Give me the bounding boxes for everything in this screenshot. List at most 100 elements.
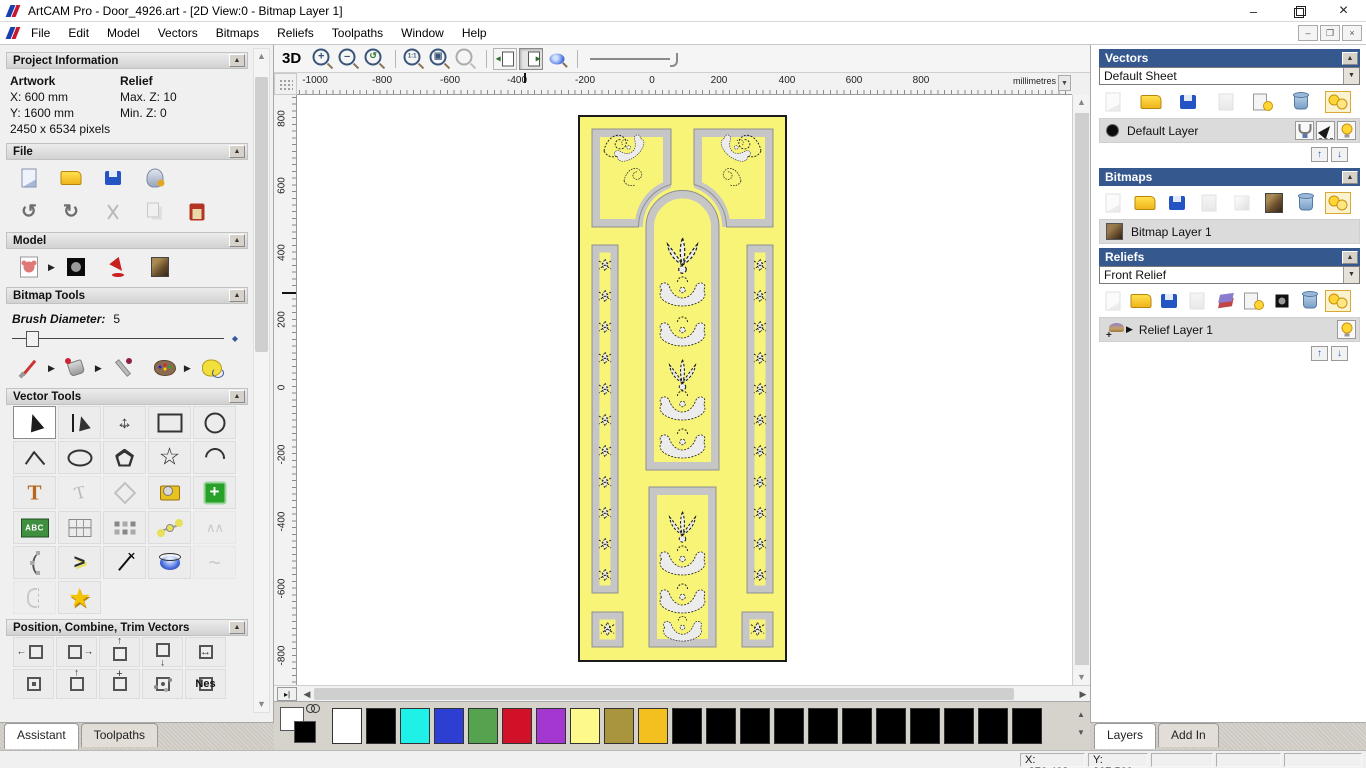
r-bulbs-icon[interactable] [1325,91,1351,113]
rectangle-icon[interactable] [148,406,191,439]
join-icon[interactable] [58,546,101,579]
restore-button[interactable] [1276,0,1321,22]
align-top-icon[interactable] [99,637,140,667]
centre-plus-icon[interactable] [99,669,140,699]
color-swatch[interactable] [400,708,430,744]
spin-icon[interactable] [148,546,191,579]
color-swatch[interactable] [604,708,634,744]
slider-track[interactable] [12,338,224,339]
simplify-icon[interactable] [193,511,236,544]
tab-toolpaths[interactable]: Toolpaths [80,723,159,747]
move-layer-down-button[interactable]: ↓ [1331,147,1348,162]
center-horizontal-icon[interactable] [185,637,226,667]
view-3d-button[interactable]: 3D [282,50,301,67]
open-icon[interactable] [56,165,86,191]
collapse-button[interactable]: ▲ [1342,170,1358,184]
color-swatch[interactable] [876,708,906,744]
polyline-icon[interactable] [13,441,56,474]
palette-scroll-up[interactable]: ▲ [1074,706,1088,724]
menu-item[interactable]: Model [98,23,149,43]
color-swatch[interactable] [536,708,566,744]
select-icon[interactable] [13,406,56,439]
new-icon[interactable] [14,165,44,191]
r-merge-icon[interactable] [1197,193,1221,213]
brush-icon[interactable] [14,355,44,381]
scatter-icon[interactable] [142,669,183,699]
align-bottom-icon[interactable] [142,637,183,667]
ruler-origin-button[interactable] [274,73,297,95]
picker-icon[interactable] [108,355,138,381]
color-swatch[interactable] [740,708,770,744]
zoom-fit-icon[interactable] [428,48,452,70]
r-newbulb-icon[interactable] [1242,291,1266,311]
r-merge-icon[interactable] [1185,291,1209,311]
color-swatch[interactable] [1012,708,1042,744]
fit-arcs-icon[interactable] [13,546,56,579]
cut-icon[interactable] [98,199,128,225]
arc-icon[interactable] [193,441,236,474]
link-colours-icon[interactable] [306,703,320,713]
mdi-minimize-button[interactable]: – [1298,25,1318,41]
menu-item[interactable]: Help [453,23,496,43]
r-grad-icon[interactable] [1230,193,1254,213]
undo-icon[interactable] [14,199,44,225]
align-left-icon[interactable] [13,637,54,667]
layer-colour-icon[interactable] [1106,124,1119,137]
flyout-arrow-icon[interactable]: ▶ [184,363,191,374]
collapse-button[interactable]: ▲ [1342,51,1358,65]
menu-item[interactable]: Toolpaths [323,23,392,43]
menu-item[interactable]: Reliefs [268,23,323,43]
palette-icon[interactable] [150,355,180,381]
r-open-icon[interactable] [1139,92,1163,112]
measure-icon[interactable] [148,476,191,509]
move-layer-down-button[interactable]: ↓ [1331,346,1348,361]
centre-a-icon[interactable] [13,669,54,699]
wizard-icon[interactable] [58,581,101,614]
r-trash-icon[interactable] [1298,291,1322,311]
dropdown-arrow-icon[interactable]: ▼ [1343,267,1359,283]
r-open-icon[interactable] [1133,193,1157,213]
circle-icon[interactable] [193,406,236,439]
r-new-icon[interactable] [1101,291,1125,311]
paste-icon[interactable] [182,199,212,225]
blend-icon[interactable] [193,546,236,579]
collapse-button[interactable]: ▲ [1342,250,1358,264]
page-next-icon[interactable] [519,47,544,70]
mirror-merge-icon[interactable] [13,581,56,614]
copy-icon[interactable] [140,199,170,225]
canvas-vertical-scrollbar[interactable]: ▲ ▼ [1072,95,1090,685]
ellipse-icon[interactable] [58,441,101,474]
layer-visibility-button[interactable] [1337,121,1356,140]
zoom-previous-icon[interactable] [363,48,387,70]
bitmap-layer-row[interactable]: Bitmap Layer 1 [1099,219,1360,244]
color-swatch[interactable] [978,708,1008,744]
color-swatch[interactable] [808,708,838,744]
r-bulbs-icon[interactable] [1324,192,1351,214]
r-open-icon[interactable] [1129,291,1153,311]
brush-diameter-slider[interactable]: ◆ [12,330,238,348]
mdi-restore-button[interactable]: ❐ [1320,25,1340,41]
r-stamp-icon[interactable] [1270,291,1294,311]
dropdown-arrow-icon[interactable]: ▼ [1343,68,1359,84]
collapse-button[interactable]: ▲ [229,621,245,634]
2d-view-canvas[interactable] [297,95,1072,685]
centre-b-icon[interactable] [56,669,97,699]
move-layer-up-button[interactable]: ↑ [1311,346,1328,361]
color-swatch[interactable] [332,708,362,744]
r-merge-icon[interactable] [1214,92,1238,112]
r-stack-icon[interactable] [1214,291,1238,311]
transform-icon[interactable] [103,406,146,439]
teddy-light-icon[interactable] [14,254,44,280]
r-trash-icon[interactable] [1289,92,1313,112]
scroll-up-button[interactable]: ▲ [1074,95,1089,110]
text-icon[interactable] [13,476,56,509]
close-button[interactable]: × [1321,0,1366,22]
tab-layers[interactable]: Layers [1094,723,1157,749]
align-right-icon[interactable] [56,637,97,667]
zoom-11-icon[interactable] [402,48,426,70]
scroll-down-button[interactable]: ▼ [254,697,269,712]
distort-icon[interactable] [58,511,101,544]
menu-item[interactable]: Edit [59,23,98,43]
collapse-button[interactable]: ▲ [229,54,245,67]
scroll-up-button[interactable]: ▲ [254,49,269,64]
